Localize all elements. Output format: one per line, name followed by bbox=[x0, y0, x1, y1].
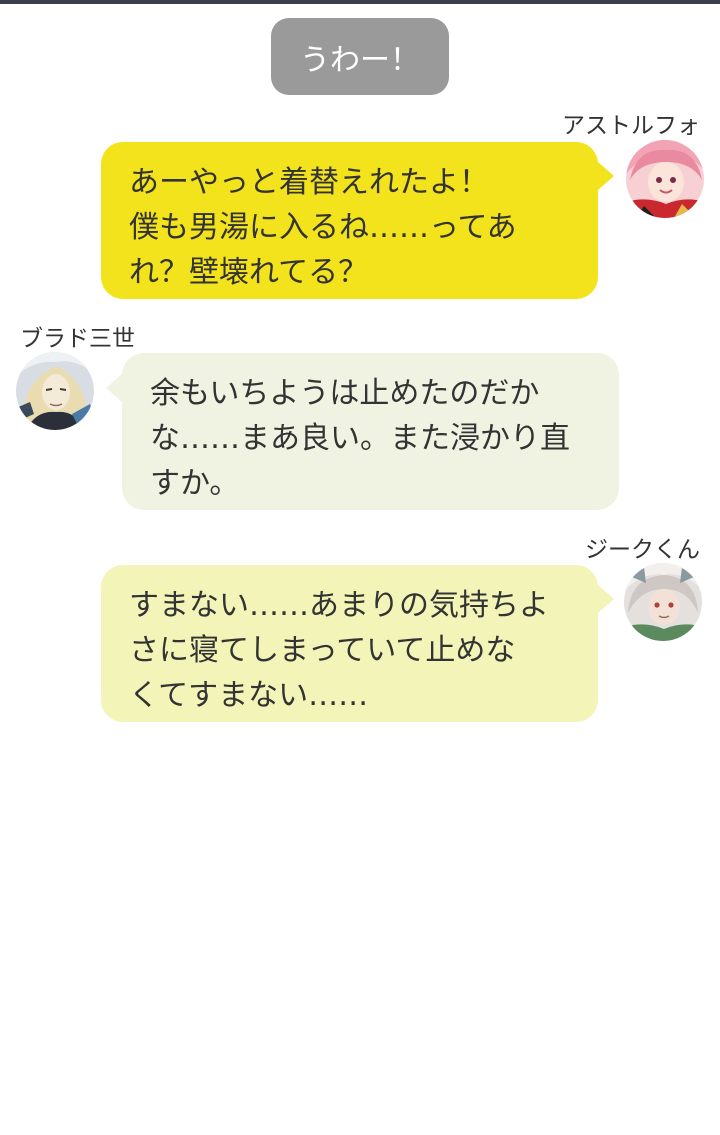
message-line: すまない……あまりの気持ちよ bbox=[129, 588, 549, 623]
message-line: すか。 bbox=[150, 466, 240, 501]
bubble-tail bbox=[598, 585, 614, 613]
message-line: くてすまない…… bbox=[129, 678, 369, 713]
vlad-avatar[interactable] bbox=[16, 352, 94, 430]
message-bubble[interactable]: すまない……あまりの気持ちよ さに寝てしまっていて止めな くてすまない…… bbox=[101, 565, 598, 722]
sieg-avatar[interactable] bbox=[624, 563, 702, 641]
bubble-tail bbox=[598, 162, 614, 190]
astolfo-avatar[interactable] bbox=[626, 140, 704, 218]
message-line: 余もいちようは止めたのだか bbox=[150, 376, 540, 411]
system-message-text: うわー！ bbox=[300, 42, 420, 78]
bubble-tail bbox=[106, 374, 122, 402]
system-message-bubble: うわー！ bbox=[271, 18, 449, 95]
message-line: 僕も男湯に入るね……ってあ bbox=[129, 210, 517, 245]
message-line: な……まあ良い。また浸かり直 bbox=[150, 421, 570, 456]
sender-name: アストルフォ bbox=[562, 113, 700, 139]
message-line: さに寝てしまっていて止めな bbox=[129, 633, 516, 668]
message-line: れ？壁壊れてる？ bbox=[129, 255, 369, 290]
message-line: あーやっと着替えれたよ！ bbox=[129, 165, 489, 200]
message-bubble[interactable]: あーやっと着替えれたよ！ 僕も男湯に入るね……ってあ れ？壁壊れてる？ bbox=[101, 142, 598, 299]
sender-name: ジークくん bbox=[585, 537, 700, 563]
message-bubble[interactable]: 余もいちようは止めたのだか な……まあ良い。また浸かり直 すか。 bbox=[122, 353, 619, 510]
top-bar bbox=[0, 0, 720, 4]
sender-name: ブラド三世 bbox=[20, 326, 135, 352]
